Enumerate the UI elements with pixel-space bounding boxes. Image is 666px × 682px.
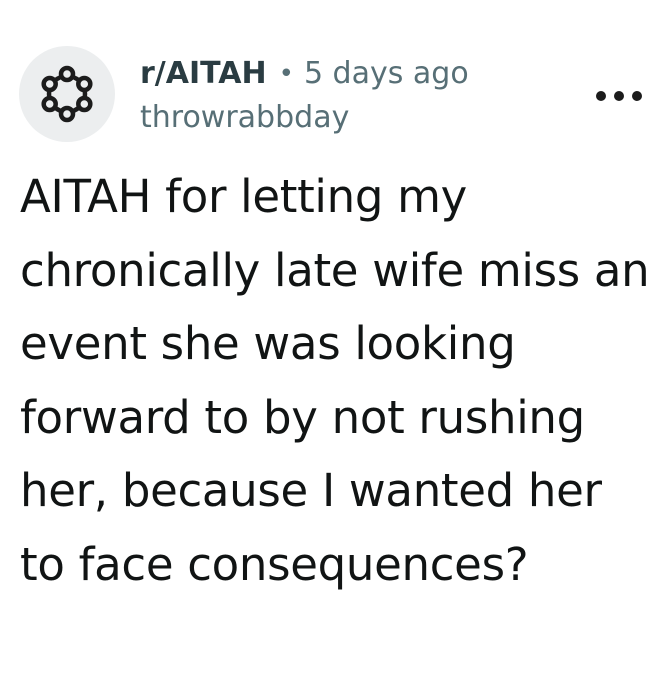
post-header: r/AITAH • 5 days ago throwrabbday: [0, 0, 666, 160]
subreddit-ring-icon: [41, 65, 93, 123]
ellipsis-icon-dot: [632, 91, 642, 101]
ellipsis-icon-dot: [614, 91, 624, 101]
subreddit-avatar[interactable]: [19, 46, 115, 142]
ellipsis-icon-dot: [596, 91, 606, 101]
meta-separator: •: [278, 59, 294, 89]
post-meta: r/AITAH • 5 days ago throwrabbday: [140, 52, 469, 140]
more-options-button[interactable]: [596, 84, 642, 108]
post-title[interactable]: AITAH for letting my chronically late wi…: [20, 160, 650, 601]
post-meta-line: r/AITAH • 5 days ago: [140, 52, 469, 96]
author-username[interactable]: throwrabbday: [140, 96, 469, 140]
subreddit-link[interactable]: r/AITAH: [140, 52, 267, 96]
post-timestamp: 5 days ago: [303, 56, 469, 91]
